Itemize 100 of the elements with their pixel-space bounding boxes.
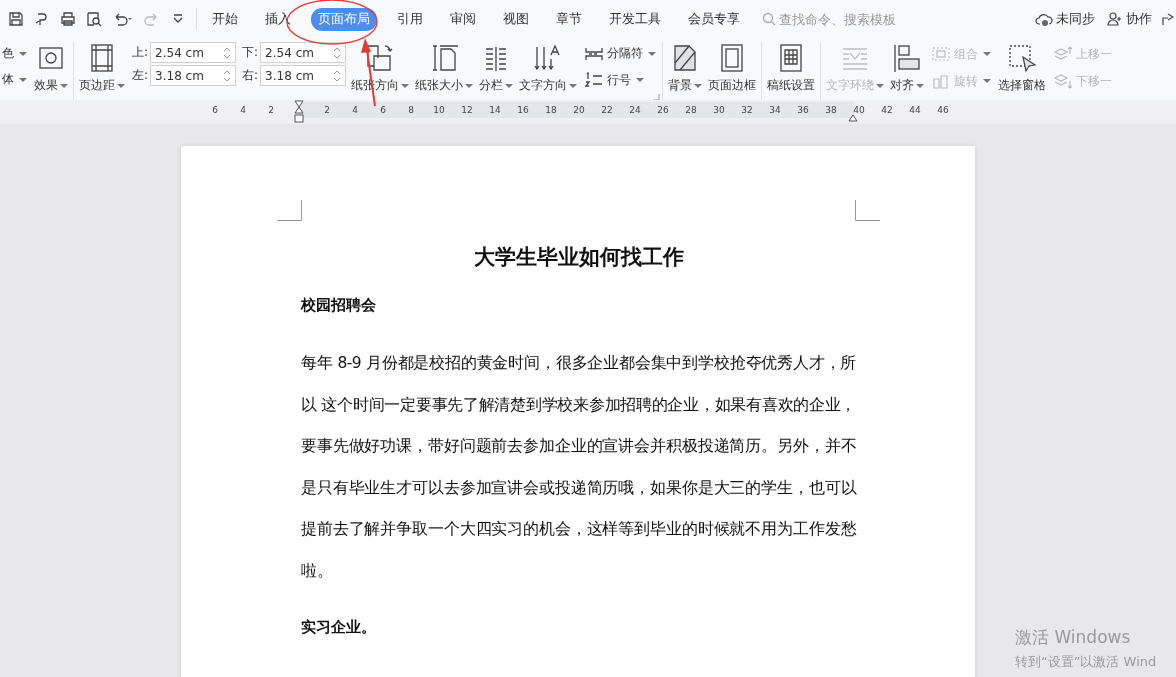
- ruler-number: 28: [685, 104, 697, 117]
- document-title: 大学生毕业如何找工作: [472, 244, 685, 271]
- section-heading: 实习企业。: [301, 616, 377, 638]
- ribbon-button[interactable]: 文字方向: [518, 42, 579, 93]
- ruler-number: 42: [881, 104, 893, 117]
- ruler-number: 36: [797, 104, 809, 117]
- ribbon-tab[interactable]: 开发工具: [602, 7, 668, 31]
- ruler-number: 30: [713, 104, 725, 117]
- margin-label: 下:: [242, 44, 259, 61]
- ribbon-tab[interactable]: 会员专享: [681, 7, 747, 31]
- caret-icon: [505, 83, 514, 88]
- add-person-icon: [1107, 12, 1123, 26]
- line-number-icon: [584, 72, 605, 88]
- margin-field[interactable]: 3.18 cm: [150, 65, 237, 86]
- save-icon[interactable]: [8, 11, 24, 27]
- margin-label: 上:: [132, 44, 149, 61]
- caret-icon: [983, 52, 992, 56]
- margin-field[interactable]: 2.54 cm: [260, 42, 347, 63]
- right-indent-marker-icon[interactable]: [848, 114, 858, 122]
- margins-icon: [89, 43, 115, 73]
- ribbon-button[interactable]: 页面边框: [707, 42, 758, 93]
- bring-forward-icon: [1053, 46, 1074, 62]
- section-heading: 校园招聘会: [301, 295, 377, 316]
- ribbon-tab[interactable]: 视图: [496, 7, 536, 31]
- ribbon-tab[interactable]: 章节: [549, 7, 589, 31]
- ribbon-button[interactable]: 选择窗格: [997, 42, 1048, 93]
- caret-icon: [401, 83, 410, 88]
- sync-button[interactable]: 未同步: [1033, 10, 1097, 28]
- ruler-number: 4: [352, 104, 358, 117]
- share-icon[interactable]: [1162, 12, 1174, 26]
- preview-icon[interactable]: [86, 11, 102, 27]
- margin-field[interactable]: 2.54 cm: [150, 42, 237, 63]
- ruler-number: 8: [408, 104, 414, 117]
- ribbon-tab[interactable]: 审阅: [443, 7, 483, 31]
- ribbon-tab[interactable]: 引用: [390, 7, 430, 31]
- margin-label: 右:: [242, 67, 259, 84]
- pen-icon[interactable]: [34, 11, 50, 27]
- caret-icon: [569, 83, 578, 88]
- group-icon: [931, 46, 952, 62]
- page-border-icon: [719, 43, 746, 73]
- activation-hint: 转到“设置”以激活 Wind: [1015, 653, 1157, 671]
- corner-mark: [855, 200, 880, 221]
- ruler-number: 26: [657, 104, 669, 117]
- caret-icon: [19, 51, 27, 56]
- print-icon[interactable]: [60, 11, 76, 27]
- activation-title: 激活 Windows: [1015, 626, 1132, 649]
- ruler-number: 24: [629, 104, 641, 117]
- ruler-number: 18: [545, 104, 557, 117]
- background-icon: [672, 43, 699, 73]
- ribbon-button[interactable]: 色: [0, 44, 29, 63]
- indent-marker-icon[interactable]: [294, 100, 304, 124]
- ribbon-button[interactable]: 纸张大小: [414, 42, 475, 93]
- margin-field[interactable]: 3.18 cm: [260, 65, 347, 86]
- ruler-number: 2: [268, 104, 274, 117]
- ruler-number: 4: [240, 104, 246, 117]
- ruler-number: 2: [324, 104, 330, 117]
- corner-mark: [277, 200, 302, 221]
- ribbon-button[interactable]: 效果: [33, 42, 69, 93]
- ruler-number: 20: [573, 104, 585, 117]
- ribbon-tab[interactable]: 开始: [205, 7, 245, 31]
- ruler-number: 12: [461, 104, 473, 117]
- ruler-number: 34: [769, 104, 781, 117]
- ruler-number: 44: [909, 104, 921, 117]
- ribbon-button[interactable]: 背景: [667, 42, 704, 93]
- ribbon-button[interactable]: 体: [0, 70, 29, 89]
- caret-icon: [117, 83, 125, 88]
- search-field[interactable]: 查找命令、搜索模板: [762, 11, 919, 27]
- caret-icon: [916, 83, 925, 88]
- ruler-number: 46: [937, 104, 949, 117]
- grid-paper-icon: [778, 43, 805, 73]
- section-break-icon: [584, 46, 605, 61]
- caret-icon: [983, 79, 992, 83]
- send-backward-icon: [1053, 73, 1074, 89]
- margin-label: 左:: [132, 67, 149, 84]
- ruler-number: 6: [212, 104, 218, 117]
- ruler-number: 14: [489, 104, 501, 117]
- caret-icon: [60, 83, 68, 88]
- collaborate-button[interactable]: 协作: [1105, 10, 1154, 28]
- caret-icon: [465, 83, 474, 88]
- circle-frame-icon: [38, 46, 64, 70]
- paragraph: 每年 8-9 月份都是校招的黄金时间，很多企业都会集中到学校抢夺优秀人才，所以 这个时间一定要事先了解清楚到学校来参加招聘的企业，如果有喜欢的企业，要事先做好功课，带好问题前去参加企业的宣讲会并积极投递简历。另外，并不是只有毕业生才可以去参加宣讲会或投递简历哦，如果你是大三的学生，也可以提前去了解并争取一个大四实习的机会，这样等到毕业的时候就不用为工作发愁啦。: [301, 353, 856, 582]
- ribbon-button[interactable]: 分栏: [478, 42, 515, 93]
- caret-icon: [694, 83, 703, 88]
- ruler-number: 40: [853, 104, 865, 117]
- ribbon-button[interactable]: 稿纸设置: [766, 42, 817, 93]
- ribbon-button[interactable]: 页边距: [78, 42, 126, 93]
- ribbon-button[interactable]: 对齐: [889, 42, 926, 93]
- align-icon: [892, 43, 923, 73]
- selection-pane-icon: [1007, 43, 1038, 73]
- ribbon-button[interactable]: 行号: [582, 70, 659, 90]
- ribbon-button[interactable]: 分隔符: [582, 44, 659, 63]
- caret-icon: [636, 78, 645, 82]
- caret-icon: [876, 83, 885, 88]
- ruler-number: 10: [433, 104, 445, 117]
- cloud-icon: [1035, 12, 1053, 26]
- ruler-number: 22: [601, 104, 613, 117]
- ruler-number: 6: [380, 104, 386, 117]
- search-icon: [762, 12, 776, 26]
- caret-icon: [648, 51, 657, 56]
- caret-icon: [19, 77, 27, 82]
